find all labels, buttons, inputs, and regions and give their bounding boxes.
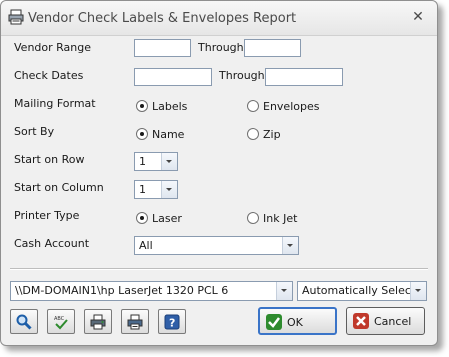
report-dialog: Vendor Check Labels & Envelopes Report ✕… <box>0 0 438 346</box>
chevron-down-icon[interactable] <box>161 181 177 198</box>
start-row-select[interactable]: 1 <box>134 152 178 171</box>
preview-icon <box>16 314 32 330</box>
printer-select[interactable]: \\DM-DOMAIN1\hp LaserJet 1320 PCL 6 <box>10 281 293 301</box>
paper-tray-value: Automatically Select <box>302 284 416 297</box>
laser-radio-label: Laser <box>152 212 182 225</box>
inkjet-radio[interactable] <box>247 212 259 224</box>
printer-report-icon <box>8 9 24 25</box>
chevron-down-icon[interactable] <box>161 153 177 170</box>
paper-tray-select[interactable]: Automatically Select <box>297 281 427 301</box>
printer-name: \\DM-DOMAIN1\hp LaserJet 1320 PCL 6 <box>15 284 229 297</box>
check-dates-through-label: Through <box>219 69 265 82</box>
vendor-range-from-input[interactable] <box>134 39 191 57</box>
window-title: Vendor Check Labels & Envelopes Report <box>28 11 297 26</box>
spell-check-icon: ABC <box>54 316 68 330</box>
close-button[interactable]: ✕ <box>409 8 427 26</box>
start-column-select[interactable]: 1 <box>134 180 178 199</box>
print-icon <box>127 314 143 330</box>
labels-radio-label: Labels <box>152 100 188 113</box>
mailing-format-label: Mailing Format <box>14 97 96 110</box>
check-dates-label: Check Dates <box>14 69 84 82</box>
vendor-range-label: Vendor Range <box>14 41 92 54</box>
ok-button[interactable]: OK <box>258 307 337 335</box>
chevron-down-icon[interactable] <box>276 282 292 300</box>
svg-text:?: ? <box>169 317 175 330</box>
help-button[interactable]: ? <box>158 309 186 334</box>
sort-zip-radio[interactable] <box>247 128 259 140</box>
start-row-label: Start on Row <box>14 153 85 166</box>
envelopes-radio-label: Envelopes <box>263 100 320 113</box>
print-setup-button[interactable] <box>84 309 112 334</box>
printer-type-label: Printer Type <box>14 209 80 222</box>
vendor-range-through-label: Through <box>198 41 244 54</box>
check-dates-to-input[interactable] <box>265 68 343 86</box>
help-icon: ? <box>164 314 180 330</box>
title-bar: Vendor Check Labels & Envelopes Report ✕ <box>1 1 437 36</box>
spell-check-button[interactable]: ABC <box>47 309 75 334</box>
laser-radio[interactable] <box>136 212 148 224</box>
envelopes-radio[interactable] <box>247 100 259 112</box>
ok-label: OK <box>287 316 303 329</box>
cancel-label: Cancel <box>374 315 412 328</box>
preview-button[interactable] <box>10 309 38 334</box>
cash-account-select[interactable]: All <box>134 236 299 255</box>
cancel-button[interactable]: Cancel <box>346 307 425 335</box>
chevron-down-icon[interactable] <box>282 237 298 254</box>
print-setup-icon <box>90 314 106 330</box>
vendor-range-to-input[interactable] <box>244 39 301 57</box>
separator <box>10 268 428 270</box>
labels-radio[interactable] <box>136 100 148 112</box>
sort-by-label: Sort By <box>14 125 55 138</box>
sort-zip-radio-label: Zip <box>263 128 281 141</box>
chevron-down-icon[interactable] <box>410 282 426 300</box>
start-column-label: Start on Column <box>14 181 104 194</box>
sort-name-radio[interactable] <box>136 128 148 140</box>
check-dates-from-input[interactable] <box>134 68 212 86</box>
inkjet-radio-label: Ink Jet <box>263 212 298 225</box>
start-column-value: 1 <box>139 183 146 196</box>
cash-account-label: Cash Account <box>14 237 90 250</box>
svg-text:ABC: ABC <box>54 316 65 322</box>
check-icon <box>266 314 282 330</box>
sort-name-radio-label: Name <box>152 128 185 141</box>
cash-account-value: All <box>139 239 153 252</box>
print-button[interactable] <box>121 309 149 334</box>
start-row-value: 1 <box>139 155 146 168</box>
cancel-x-icon <box>353 313 369 329</box>
